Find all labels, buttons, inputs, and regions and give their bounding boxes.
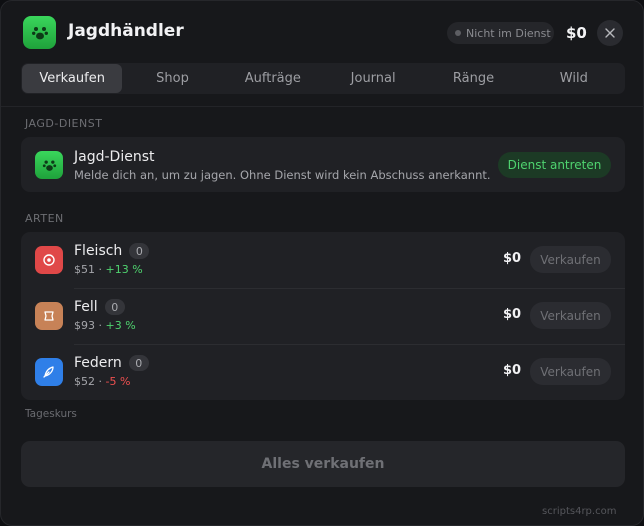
list-item: Fleisch 0 $51 · +13 % $0 Verkaufen — [21, 232, 625, 288]
list-item: Federn 0 $52 · -5 % $0 Verkaufen — [21, 344, 625, 400]
start-duty-button[interactable]: Dienst antreten — [498, 152, 611, 178]
tab-wild[interactable]: Wild — [524, 64, 624, 93]
sell-button[interactable]: Verkaufen — [530, 358, 611, 385]
paw-icon — [35, 151, 63, 179]
species-list: Fleisch 0 $51 · +13 % $0 Verkaufen Fell … — [21, 232, 625, 400]
tab-raenge[interactable]: Ränge — [423, 64, 523, 93]
status-dot-icon — [455, 30, 461, 36]
count-badge: 0 — [129, 243, 150, 259]
header: Jagdhändler Nicht im Dienst $0 — [1, 1, 644, 63]
price-change: -5 % — [105, 375, 131, 388]
sell-all-button[interactable]: Alles verkaufen — [21, 441, 625, 487]
species-name-row: Federn 0 — [74, 355, 149, 371]
tab-verkaufen[interactable]: Verkaufen — [22, 64, 123, 93]
tab-bar: Verkaufen Shop Aufträge Journal Ränge Wi… — [21, 63, 625, 94]
footer-credit: scripts4rp.com — [542, 506, 617, 517]
species-section-label: ARTEN — [25, 212, 64, 225]
tab-journal[interactable]: Journal — [323, 64, 423, 93]
species-name: Fleisch — [74, 243, 123, 259]
hunter-dealer-panel: Jagdhändler Nicht im Dienst $0 Verkaufen… — [0, 0, 644, 526]
total-value: $0 — [503, 251, 522, 266]
price-separator: · — [98, 319, 103, 332]
species-name: Fell — [74, 299, 98, 315]
hide-icon — [35, 302, 63, 330]
daily-rate-label: Tageskurs — [25, 408, 77, 420]
price-separator: · — [98, 263, 103, 276]
duty-title: Jagd-Dienst — [74, 149, 155, 165]
total-value: $0 — [503, 363, 522, 378]
species-name-row: Fleisch 0 — [74, 243, 150, 259]
close-button[interactable] — [597, 20, 623, 46]
species-name: Federn — [74, 355, 122, 371]
price-change: +3 % — [105, 319, 136, 332]
count-badge: 0 — [128, 355, 149, 371]
row-divider — [74, 344, 625, 345]
duty-description: Melde dich an, um zu jagen. Ohne Dienst … — [74, 168, 491, 182]
header-divider — [1, 106, 644, 107]
page-title: Jagdhändler — [68, 21, 184, 41]
price-info: $51 · +13 % — [74, 263, 143, 276]
unit-price: $51 — [74, 263, 95, 276]
species-name-row: Fell 0 — [74, 299, 125, 315]
duty-section-label: JAGD-DIENST — [25, 117, 103, 130]
unit-price: $93 — [74, 319, 95, 332]
paw-icon — [23, 16, 56, 49]
list-item: Fell 0 $93 · +3 % $0 Verkaufen — [21, 288, 625, 344]
feather-icon — [35, 358, 63, 386]
total-value: $0 — [503, 307, 522, 322]
count-badge: 0 — [104, 299, 125, 315]
duty-card: Jagd-Dienst Melde dich an, um zu jagen. … — [21, 137, 625, 192]
close-icon — [605, 28, 615, 38]
tab-auftraege[interactable]: Aufträge — [223, 64, 323, 93]
price-change: +13 % — [105, 263, 143, 276]
price-info: $93 · +3 % — [74, 319, 136, 332]
price-separator: · — [98, 375, 103, 388]
balance: $0 — [566, 24, 587, 42]
duty-status-text: Nicht im Dienst — [466, 26, 551, 40]
tab-shop[interactable]: Shop — [122, 64, 222, 93]
sell-button[interactable]: Verkaufen — [530, 302, 611, 329]
sell-button[interactable]: Verkaufen — [530, 246, 611, 273]
meat-icon — [35, 246, 63, 274]
row-divider — [74, 288, 625, 289]
duty-status-badge: Nicht im Dienst — [447, 22, 554, 44]
price-info: $52 · -5 % — [74, 375, 130, 388]
unit-price: $52 — [74, 375, 95, 388]
